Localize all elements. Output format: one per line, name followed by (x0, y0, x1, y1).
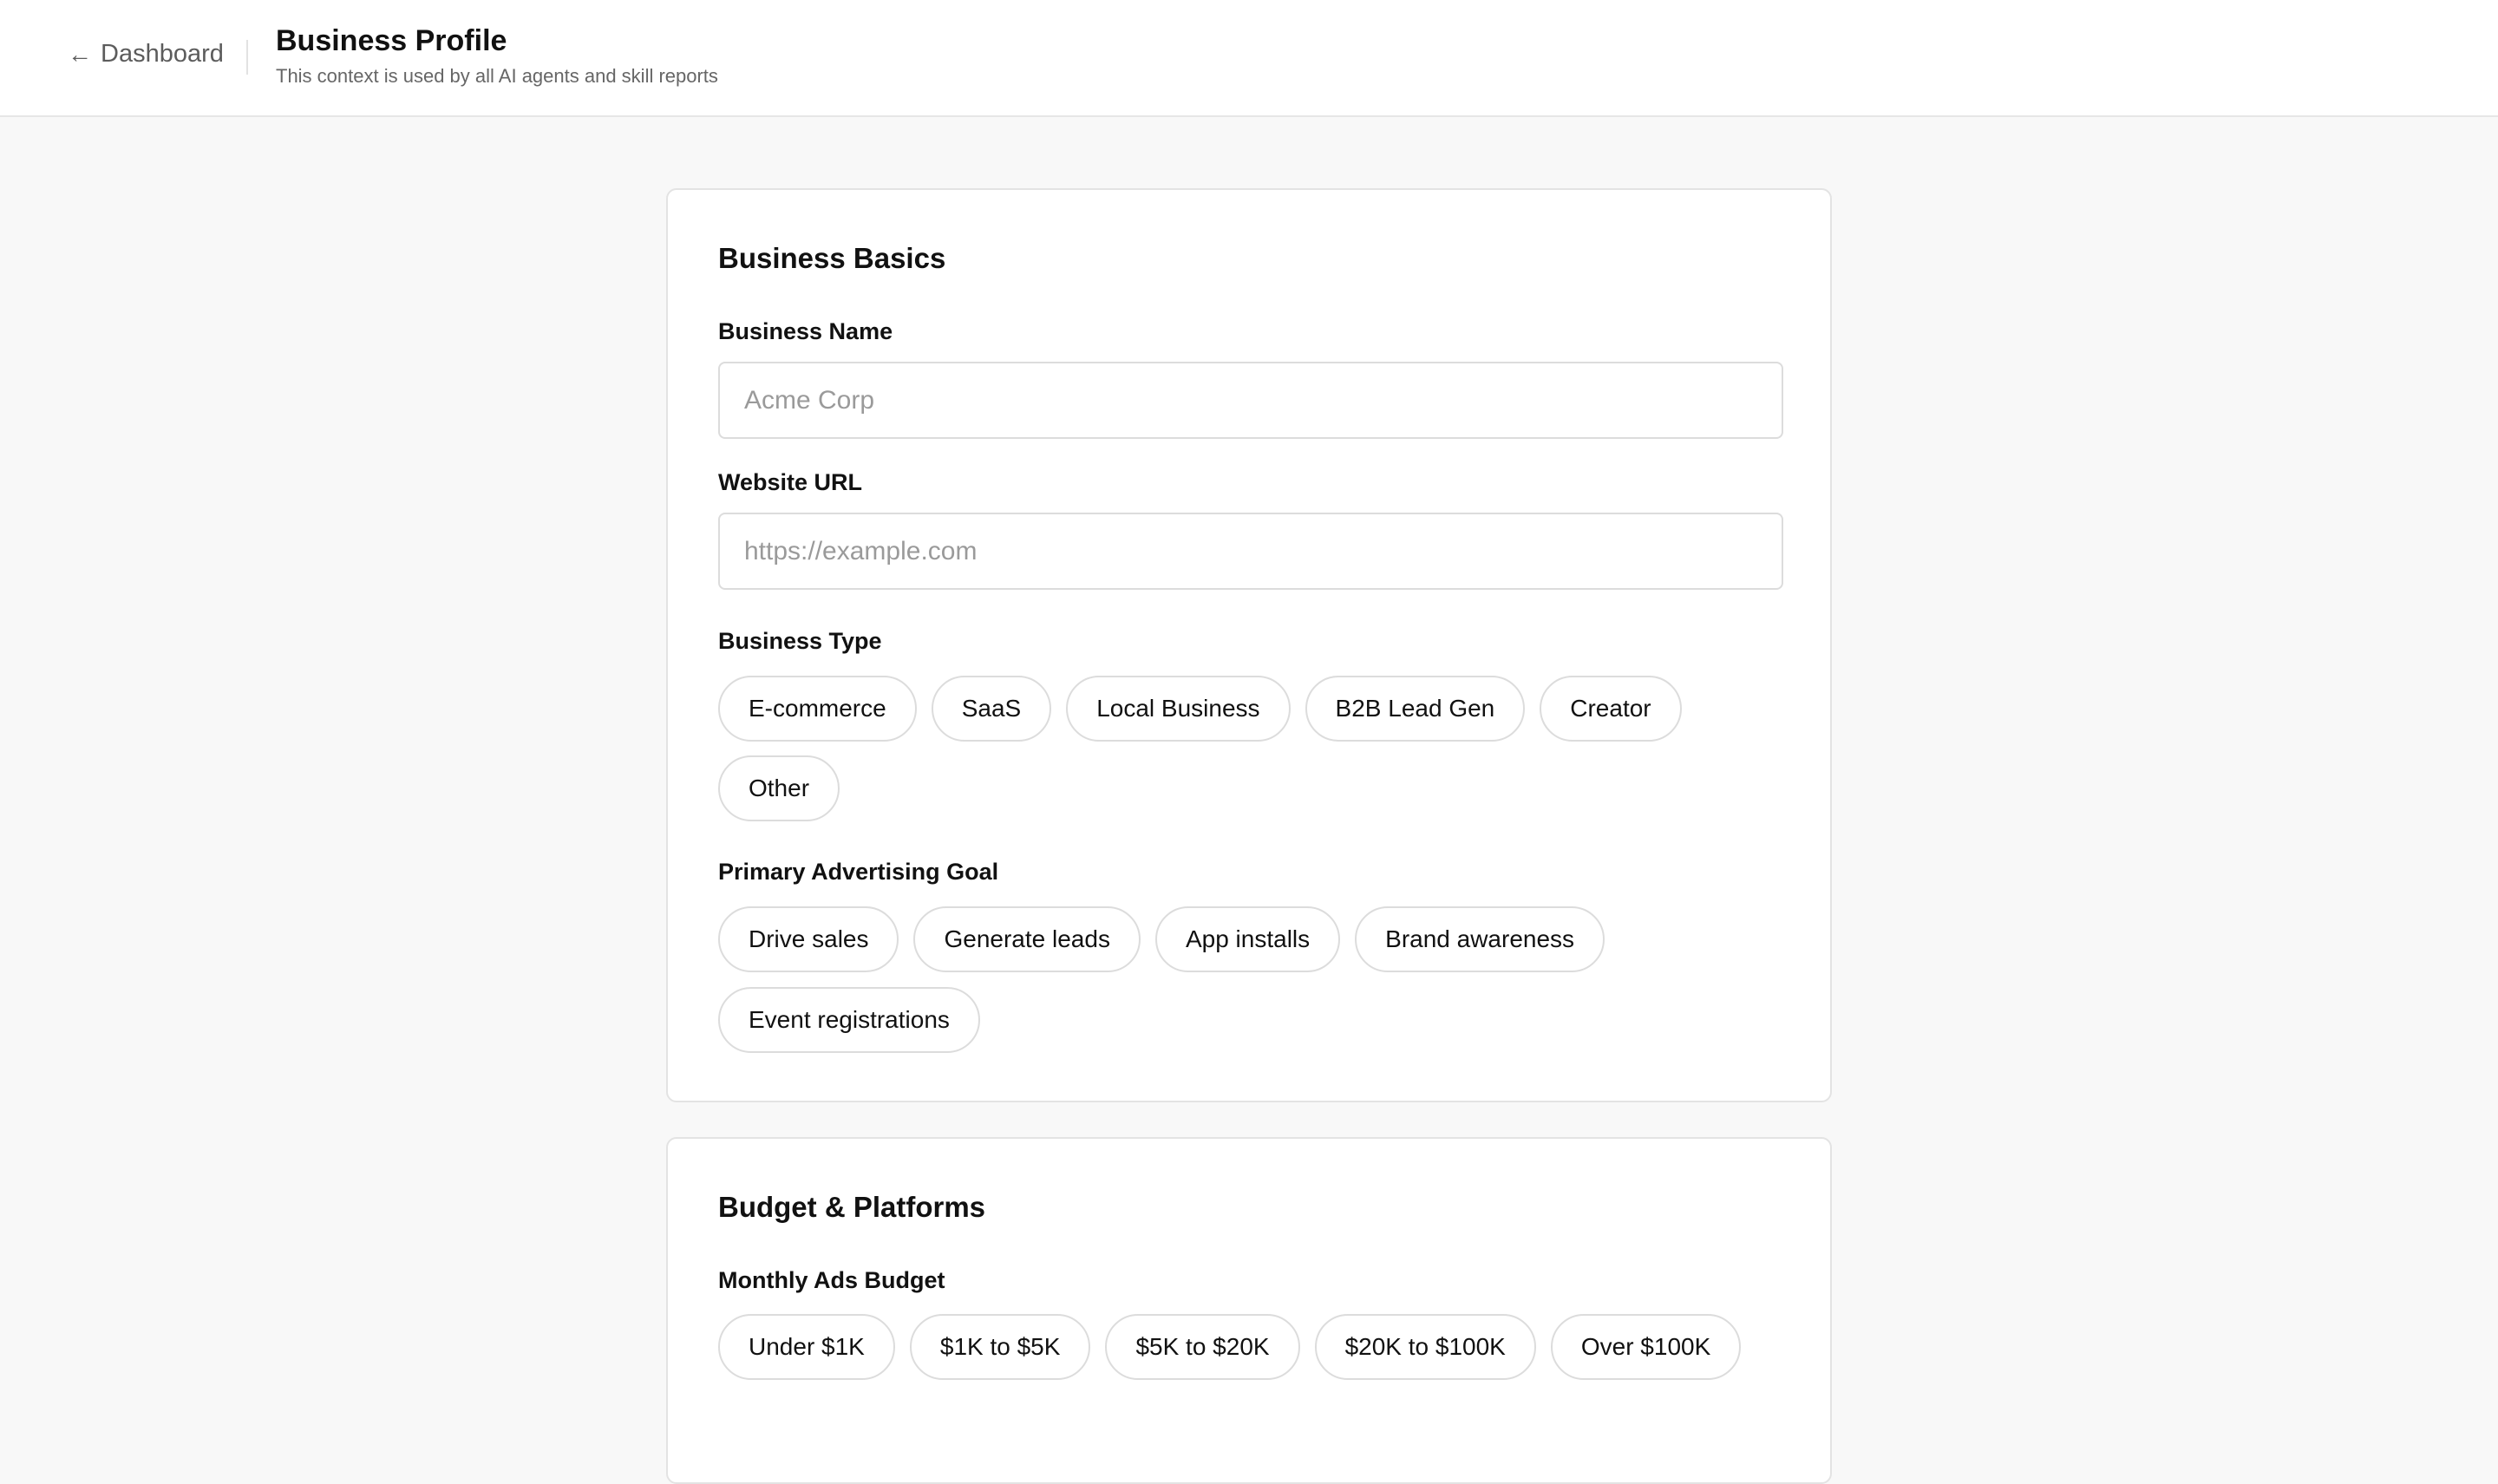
business-type-label: Business Type (718, 628, 882, 654)
monthly-budget-option[interactable]: $20K to $100K (1314, 1314, 1536, 1380)
budget-platforms-title: Budget & Platforms (718, 1191, 986, 1223)
website-url-input[interactable] (718, 513, 1783, 590)
business-name-input[interactable] (718, 362, 1783, 439)
business-type-option[interactable]: SaaS (931, 676, 1052, 742)
page-subtitle: This context is used by all AI agents an… (276, 65, 718, 87)
monthly-budget-label: Monthly Ads Budget (718, 1267, 945, 1293)
business-type-option[interactable]: E-commerce (718, 676, 917, 742)
arrow-left-icon: ← (68, 40, 92, 68)
advertising-goal-option[interactable]: Brand awareness (1355, 906, 1605, 972)
back-to-dashboard-link[interactable]: ← Dashboard (68, 40, 224, 69)
business-type-options: E-commerce SaaS Local Business B2B Lead … (718, 676, 1682, 742)
business-type-option[interactable]: Creator (1540, 676, 1682, 742)
monthly-budget-options: Under $1K $1K to $5K $5K to $20K $20K to… (718, 1314, 1742, 1380)
business-type-option[interactable]: B2B Lead Gen (1305, 676, 1526, 742)
advertising-goal-option[interactable]: App installs (1154, 906, 1341, 972)
business-name-label: Business Name (718, 318, 893, 344)
website-url-label: Website URL (718, 469, 863, 495)
advertising-goal-option[interactable]: Event registrations (718, 987, 980, 1053)
monthly-budget-option[interactable]: $1K to $5K (909, 1314, 1091, 1380)
business-type-options-row-2: Other (718, 755, 840, 821)
advertising-goal-option[interactable]: Drive sales (718, 906, 899, 972)
monthly-budget-option[interactable]: Over $100K (1550, 1314, 1742, 1380)
business-basics-title: Business Basics (718, 242, 946, 274)
back-link-label: Dashboard (101, 40, 224, 68)
business-type-option[interactable]: Other (718, 755, 840, 821)
business-basics-card: Business Basics Business Name Website UR… (666, 188, 1832, 1102)
advertising-goal-option[interactable]: Generate leads (913, 906, 1141, 972)
header-divider (246, 40, 248, 75)
page-title: Business Profile (276, 24, 507, 57)
top-header: ← Dashboard Business Profile This contex… (0, 0, 2498, 117)
monthly-budget-option[interactable]: Under $1K (718, 1314, 895, 1380)
advertising-goal-label: Primary Advertising Goal (718, 859, 999, 885)
business-type-option[interactable]: Local Business (1066, 676, 1291, 742)
monthly-budget-option[interactable]: $5K to $20K (1105, 1314, 1300, 1380)
advertising-goal-options-row-2: Event registrations (718, 987, 980, 1053)
budget-platforms-card: Budget & Platforms Monthly Ads Budget Un… (666, 1137, 1832, 1484)
advertising-goal-options: Drive sales Generate leads App installs … (718, 906, 1605, 972)
